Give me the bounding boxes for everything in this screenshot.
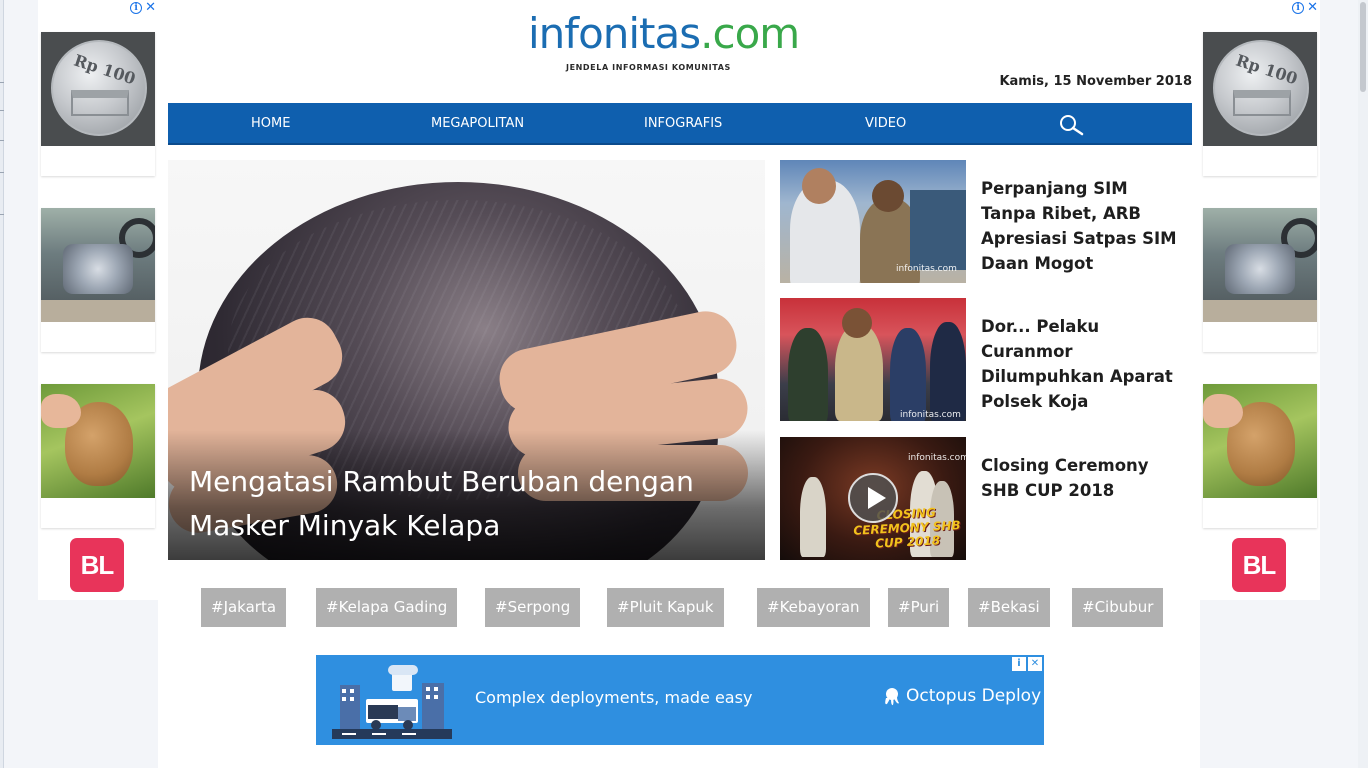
tag-bekasi[interactable]: #Bekasi [968,588,1050,627]
coin-text: Rp 100 [1233,50,1300,89]
person [835,324,883,421]
news-thumbnail: infonitas.com [780,160,966,283]
fruit-image [41,384,155,498]
person-head [842,308,872,338]
person [890,328,926,421]
thumbnail-watermark: infonitas.com [896,264,957,274]
hand [41,394,81,428]
close-icon[interactable]: ✕ [145,1,156,14]
deployment-illustration [322,665,462,741]
logo-domain: .com [700,9,800,58]
person-head [872,180,904,212]
thumbnail-watermark: infonitas.com [900,410,961,420]
ad-product-card[interactable]: Rp 100 [41,32,155,176]
adchoices-icon[interactable]: i [1012,657,1026,671]
ad-product-card[interactable] [1203,384,1317,528]
tag-jakarta[interactable]: #Jakarta [201,588,287,627]
floor [1203,300,1317,322]
thumbnail-watermark: infonitas.com [908,453,966,463]
motorcycle-image [41,208,155,322]
coin-image: Rp 100 [41,32,155,146]
nav-item-megapolitan[interactable]: MEGAPOLITAN [431,103,524,145]
close-icon[interactable]: ✕ [1307,1,1318,14]
ad-product-card[interactable]: Rp 100 [1203,32,1317,176]
coin-house-relief [1233,90,1291,116]
news-title[interactable]: Perpanjang SIM Tanpa Ribet, ARB Apresias… [981,176,1186,276]
left-side-ad[interactable]: i ✕ Rp 100 BL [38,0,158,600]
news-title[interactable]: Dor... Pelaku Curanmor Dilumpuhkan Apara… [981,314,1186,414]
site-tagline: JENDELA INFORMASI KOMUNITAS [566,63,731,72]
ad-choices[interactable]: i ✕ [1012,657,1042,671]
hero-title[interactable]: Mengatasi Rambut Beruban dengan Masker M… [189,460,749,548]
ad-product-card[interactable] [41,208,155,352]
close-icon[interactable]: ✕ [1028,657,1042,671]
edge-tick [0,82,4,83]
edge-tick [0,140,4,141]
nav-item-infografis[interactable]: INFOGRAFIS [644,103,722,145]
nav-item-home[interactable]: HOME [251,103,290,145]
tag-serpong[interactable]: #Serpong [485,588,581,627]
site-logo[interactable]: infonitas.com JENDELA INFORMASI KOMUNITA… [528,6,838,76]
edge-tick [0,172,4,173]
tag-puri[interactable]: #Puri [888,588,950,627]
person-head [802,168,836,204]
coin-house-relief [71,90,129,116]
page-scrollbar[interactable] [1358,0,1368,768]
current-date: Kamis, 15 November 2018 [999,74,1192,89]
logo-main: infonitas [528,9,701,58]
coin-image: Rp 100 [1203,32,1317,146]
hero-article[interactable]: Mengatasi Rambut Beruban dengan Masker M… [168,160,765,560]
right-side-ad[interactable]: i ✕ Rp 100 BL [1200,0,1320,600]
edge-tick [0,110,4,111]
floor [41,300,155,322]
tag-list: #Jakarta #Kelapa Gading #Serpong #Pluit … [158,588,1200,628]
ad-choices[interactable]: i ✕ [1292,1,1318,14]
search-icon[interactable] [1058,114,1084,136]
motorcycle-image [1203,208,1317,322]
news-thumbnail: infonitas.com [780,298,966,421]
octopus-icon [885,688,899,706]
ad-text: Complex deployments, made easy [475,688,753,707]
side-news-item[interactable]: infonitas.com CLOSING CEREMONY SHB CUP 2… [780,437,1192,560]
bl-logo[interactable]: BL [1232,538,1286,592]
news-title[interactable]: Closing Ceremony SHB CUP 2018 [981,453,1186,503]
tag-kelapa-gading[interactable]: #Kelapa Gading [316,588,458,627]
nav-item-video[interactable]: VIDEO [865,103,906,145]
person [788,328,828,421]
main-content: infonitas.com JENDELA INFORMASI KOMUNITA… [158,0,1200,768]
tag-kebayoran[interactable]: #Kebayoran [757,588,870,627]
coin: Rp 100 [1213,40,1309,136]
news-thumbnail: infonitas.com CLOSING CEREMONY SHB CUP 2… [780,437,966,560]
ad-product-card[interactable] [1203,208,1317,352]
adchoices-icon[interactable]: i [130,2,143,14]
machine [910,190,966,270]
coin-text: Rp 100 [71,50,138,89]
ad-brand: Octopus Deploy [906,686,1042,706]
fruit-image [1203,384,1317,498]
tag-cibubur[interactable]: #Cibubur [1072,588,1164,627]
hand [1203,394,1243,428]
edge-tick [0,214,4,215]
bottom-banner-ad[interactable]: Complex deployments, made easy Octopus D… [316,655,1044,745]
engine [1225,244,1295,294]
coin: Rp 100 [51,40,147,136]
engine [63,244,133,294]
main-navigation: HOME MEGAPOLITAN INFOGRAFIS VIDEO [168,103,1192,145]
tag-pluit-kapuk[interactable]: #Pluit Kapuk [607,588,724,627]
person [800,477,826,557]
play-icon[interactable] [848,473,898,523]
ad-product-card[interactable] [41,384,155,528]
ad-choices[interactable]: i ✕ [130,1,156,14]
adchoices-icon[interactable]: i [1292,2,1305,14]
side-news-item[interactable]: infonitas.com Perpanjang SIM Tanpa Ribet… [780,160,1192,283]
window-left-edge [0,0,4,768]
side-news-item[interactable]: infonitas.com Dor... Pelaku Curanmor Dil… [780,298,1192,421]
logo-wordmark: infonitas.com [528,6,838,62]
bl-logo[interactable]: BL [70,538,124,592]
person [930,322,966,421]
scrollbar-thumb[interactable] [1360,2,1366,92]
